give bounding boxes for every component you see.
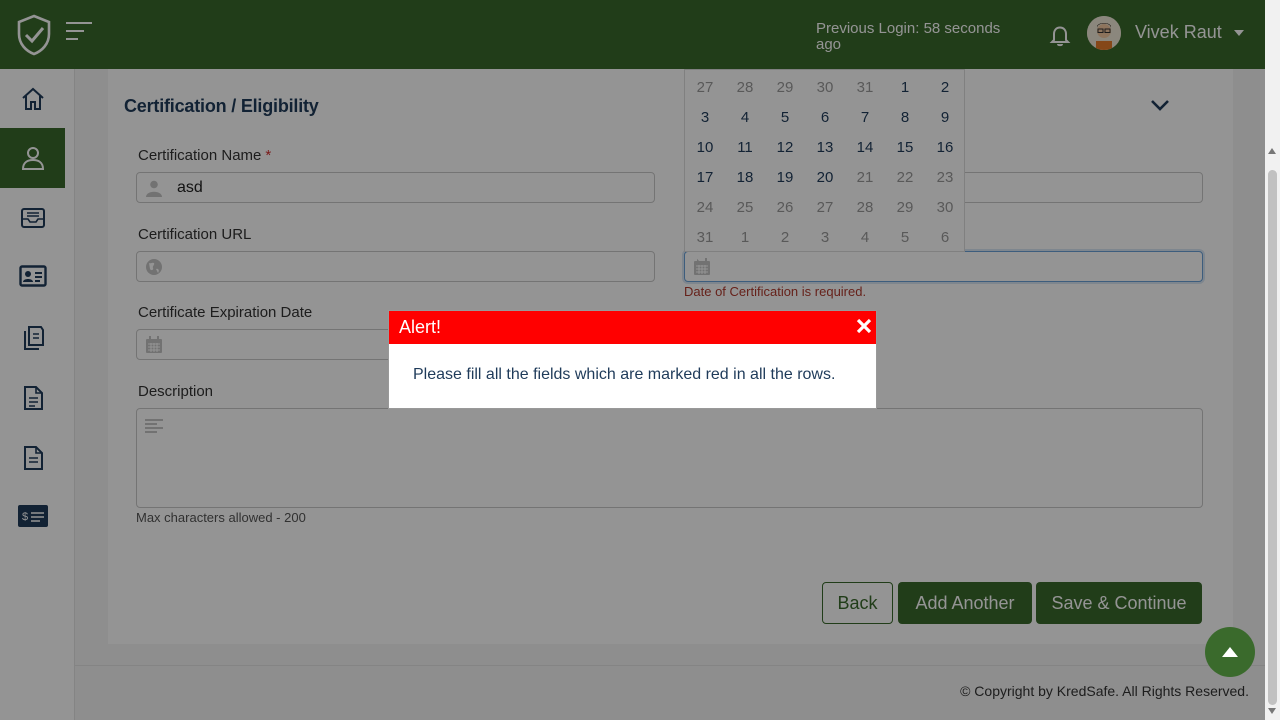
alert-header: Alert! xyxy=(389,311,876,344)
scroll-up-arrow-icon[interactable] xyxy=(1268,148,1276,154)
alert-title: Alert! xyxy=(399,317,442,337)
page-scrollbar[interactable] xyxy=(1265,0,1280,720)
alert-dialog: Alert! Please fill all the fields which … xyxy=(388,310,877,409)
alert-message: Please fill all the fields which are mar… xyxy=(413,366,836,383)
scroll-down-arrow-icon[interactable] xyxy=(1268,708,1276,714)
caret-up-icon xyxy=(1222,647,1238,657)
scrollbar-thumb[interactable] xyxy=(1268,170,1277,705)
scroll-to-top-button[interactable] xyxy=(1205,627,1255,677)
close-icon[interactable] xyxy=(856,318,872,334)
